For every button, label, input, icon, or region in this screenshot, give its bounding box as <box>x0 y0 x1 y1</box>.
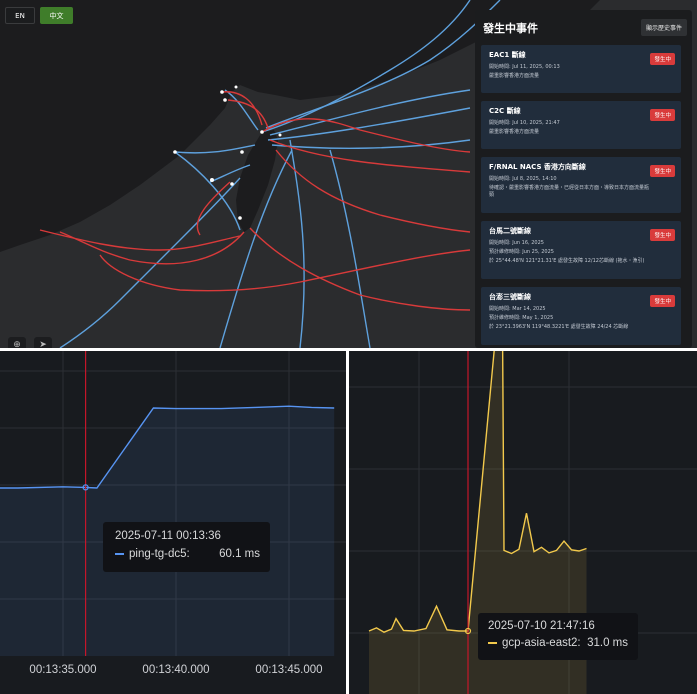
lang-zh-button[interactable]: 中文 <box>40 7 73 24</box>
lang-en-button[interactable]: EN <box>5 7 35 24</box>
event-title: C2C 斷線 <box>489 107 521 115</box>
event-title: 台馬二號斷線 <box>489 227 531 235</box>
event-repair-time: 預計維修時間: Jun 25, 2025 <box>489 249 554 255</box>
tooltip-value: 31.0 ms <box>587 637 628 649</box>
navigate-button[interactable]: ➤ <box>34 337 52 348</box>
events-panel-title: 發生中事件 <box>483 22 538 35</box>
latency-chart-left[interactable]: 00:13:35.000 00:13:40.000 00:13:45.000 2… <box>0 351 346 694</box>
status-badge: 發生中 <box>650 295 675 307</box>
event-card[interactable]: EAC1 斷線 開始時間: Jul 11, 2025, 00:13 嚴重影響香港… <box>481 45 681 93</box>
x-tick: 00:13:35.000 <box>29 664 96 676</box>
event-description: 嚴重影響香港方面流量 <box>489 73 540 79</box>
cable-map[interactable]: EN 中文 ⊕ ➤ 發生中事件 顯示歷史事件 EAC1 斷線 開始時間: Jul… <box>0 0 697 348</box>
events-panel: 發生中事件 顯示歷史事件 EAC1 斷線 開始時間: Jul 11, 2025,… <box>475 10 692 348</box>
event-start-time: 開始時間: Mar 14, 2025 <box>489 306 546 312</box>
status-badge: 發生中 <box>650 53 675 65</box>
event-start-time: 開始時間: Jul 11, 2025, 00:13 <box>489 64 560 70</box>
event-card[interactable]: 台澎三號斷線 開始時間: Mar 14, 2025 預計維修時間: May 1,… <box>481 287 681 345</box>
event-card[interactable]: 台馬二號斷線 開始時間: Jun 16, 2025 預計維修時間: Jun 25… <box>481 221 681 279</box>
event-title: EAC1 斷線 <box>489 51 526 59</box>
latency-chart-right[interactable]: 2025-07-10 21:47:16 gcp-asia-east2: 31.0… <box>349 351 697 694</box>
event-card[interactable]: F/RNAL NACS 香港方向斷線 開始時間: Jul 8, 2025, 14… <box>481 157 681 213</box>
tooltip-series-name: ping-tg-dc5: <box>129 548 190 560</box>
tooltip-time: 2025-07-10 21:47:16 <box>488 620 595 632</box>
hover-tooltip: 2025-07-11 00:13:36 ping-tg-dc5: 60.1 ms <box>103 522 270 572</box>
event-start-time: 開始時間: Jul 8, 2025, 14:10 <box>489 176 557 182</box>
navigate-arrow-icon: ➤ <box>39 338 47 349</box>
locate-button[interactable]: ⊕ <box>8 337 26 348</box>
hover-tooltip: 2025-07-10 21:47:16 gcp-asia-east2: 31.0… <box>478 613 638 660</box>
series-swatch <box>115 553 124 555</box>
crosshair-icon: ⊕ <box>13 338 21 349</box>
x-tick: 00:13:40.000 <box>142 664 209 676</box>
event-card[interactable]: C2C 斷線 開始時間: Jul 10, 2025, 21:47 嚴重影響香港方… <box>481 101 681 149</box>
x-tick: 00:13:45.000 <box>255 664 322 676</box>
event-description: 於 25°44.48'N 121°21.31'E 處發生故障 12/12芯斷線 … <box>489 258 645 264</box>
event-description: 於 23°21.3963'N 119°48.3221'E 處發生故障 24/24… <box>489 324 629 330</box>
tooltip-time: 2025-07-11 00:13:36 <box>115 530 221 542</box>
status-badge: 發生中 <box>650 229 675 241</box>
status-badge: 發生中 <box>650 165 675 177</box>
tooltip-value: 60.1 ms <box>219 548 260 560</box>
status-badge: 發生中 <box>650 109 675 121</box>
event-description: 嚴重影響香港方面流量 <box>489 129 540 135</box>
show-history-button[interactable]: 顯示歷史事件 <box>640 19 687 36</box>
series-swatch <box>488 642 497 644</box>
event-description: 待確認・嚴重影響香港方面流量・已經從日本方面・導致日本方面流量瓶 <box>489 185 650 191</box>
tooltip-series-name: gcp-asia-east2: <box>502 637 581 649</box>
event-start-time: 開始時間: Jun 16, 2025 <box>489 240 544 246</box>
event-repair-time: 預計維修時間: May 1, 2025 <box>489 315 554 321</box>
event-title: 台澎三號斷線 <box>489 293 531 301</box>
event-start-time: 開始時間: Jul 10, 2025, 21:47 <box>489 120 560 126</box>
event-description-cont: 頸 <box>489 192 495 198</box>
event-title: F/RNAL NACS 香港方向斷線 <box>489 163 586 171</box>
